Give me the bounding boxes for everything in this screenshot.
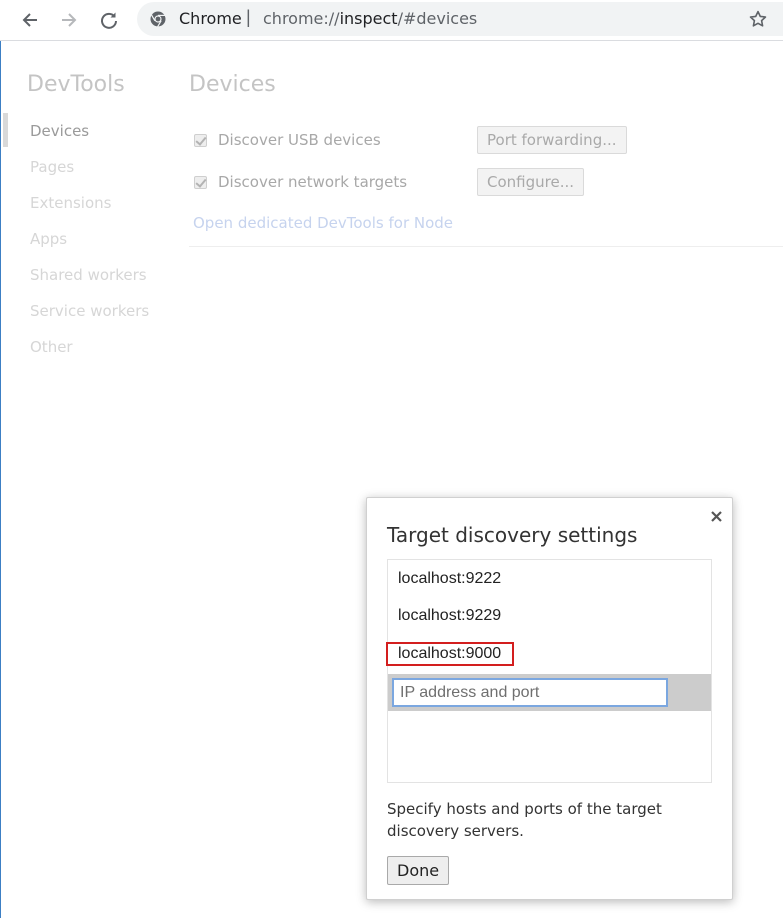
list-item[interactable]: localhost:9229 [388, 598, 711, 634]
target-label: localhost:9229 [398, 607, 502, 624]
sidebar-item-shared-workers[interactable]: Shared workers [30, 266, 147, 284]
browser-toolbar: Chrome | chrome://inspect/#devices [0, 0, 783, 41]
reload-button[interactable] [95, 6, 123, 34]
sidebar-item-service-workers[interactable]: Service workers [30, 302, 149, 320]
new-target-row [388, 674, 711, 711]
port-forwarding-button[interactable]: Port forwarding... [477, 126, 627, 154]
configure-button[interactable]: Configure... [477, 168, 585, 196]
arrow-left-icon [22, 13, 37, 27]
section-divider [189, 246, 783, 247]
target-label: localhost:9222 [398, 570, 502, 587]
sidebar-item-apps[interactable]: Apps [30, 230, 67, 248]
url-text: chrome://inspect/#devices [263, 9, 477, 28]
bookmark-star-icon[interactable] [749, 10, 767, 28]
network-label: Discover network targets [218, 173, 408, 191]
target-list: localhost:9222 localhost:9229 localhost:… [386, 559, 712, 783]
back-button[interactable] [16, 6, 44, 34]
sidebar-title: DevTools [27, 72, 125, 97]
usb-option: Discover USB devices [194, 130, 381, 150]
ip-address-input[interactable] [392, 678, 668, 707]
highlight-box [386, 642, 514, 666]
node-devtools-link[interactable]: Open dedicated DevTools for Node [193, 214, 453, 232]
site-label: Chrome [179, 9, 242, 28]
dialog-title: Target discovery settings [387, 523, 638, 547]
usb-label: Discover USB devices [218, 131, 381, 149]
close-icon [710, 510, 722, 522]
close-button[interactable] [707, 507, 725, 525]
forward-button[interactable] [55, 6, 83, 34]
url-path: /#devices [397, 9, 478, 28]
sidebar-selection-marker [3, 113, 8, 147]
target-discovery-dialog: Target discovery settings localhost:9222… [366, 497, 733, 900]
url-scheme: chrome:// [263, 9, 340, 28]
address-bar[interactable]: Chrome | chrome://inspect/#devices [137, 2, 783, 36]
url-separator: | [246, 7, 251, 27]
chrome-logo-icon [150, 11, 166, 27]
sidebar-item-devices[interactable]: Devices [30, 122, 89, 140]
arrow-right-icon [62, 13, 77, 27]
sidebar-item-other[interactable]: Other [30, 338, 73, 356]
help-text: Specify hosts and ports of the target di… [387, 800, 662, 840]
url-host: inspect [339, 9, 398, 28]
network-checkbox[interactable] [194, 175, 207, 189]
done-button[interactable]: Done [387, 856, 450, 885]
usb-checkbox[interactable] [194, 133, 207, 147]
sidebar-item-extensions[interactable]: Extensions [30, 194, 111, 212]
page-title: Devices [189, 72, 276, 97]
reload-icon [101, 12, 117, 29]
sidebar-item-pages[interactable]: Pages [30, 158, 74, 176]
list-item[interactable]: localhost:9222 [388, 561, 711, 597]
network-option: Discover network targets [194, 172, 407, 192]
